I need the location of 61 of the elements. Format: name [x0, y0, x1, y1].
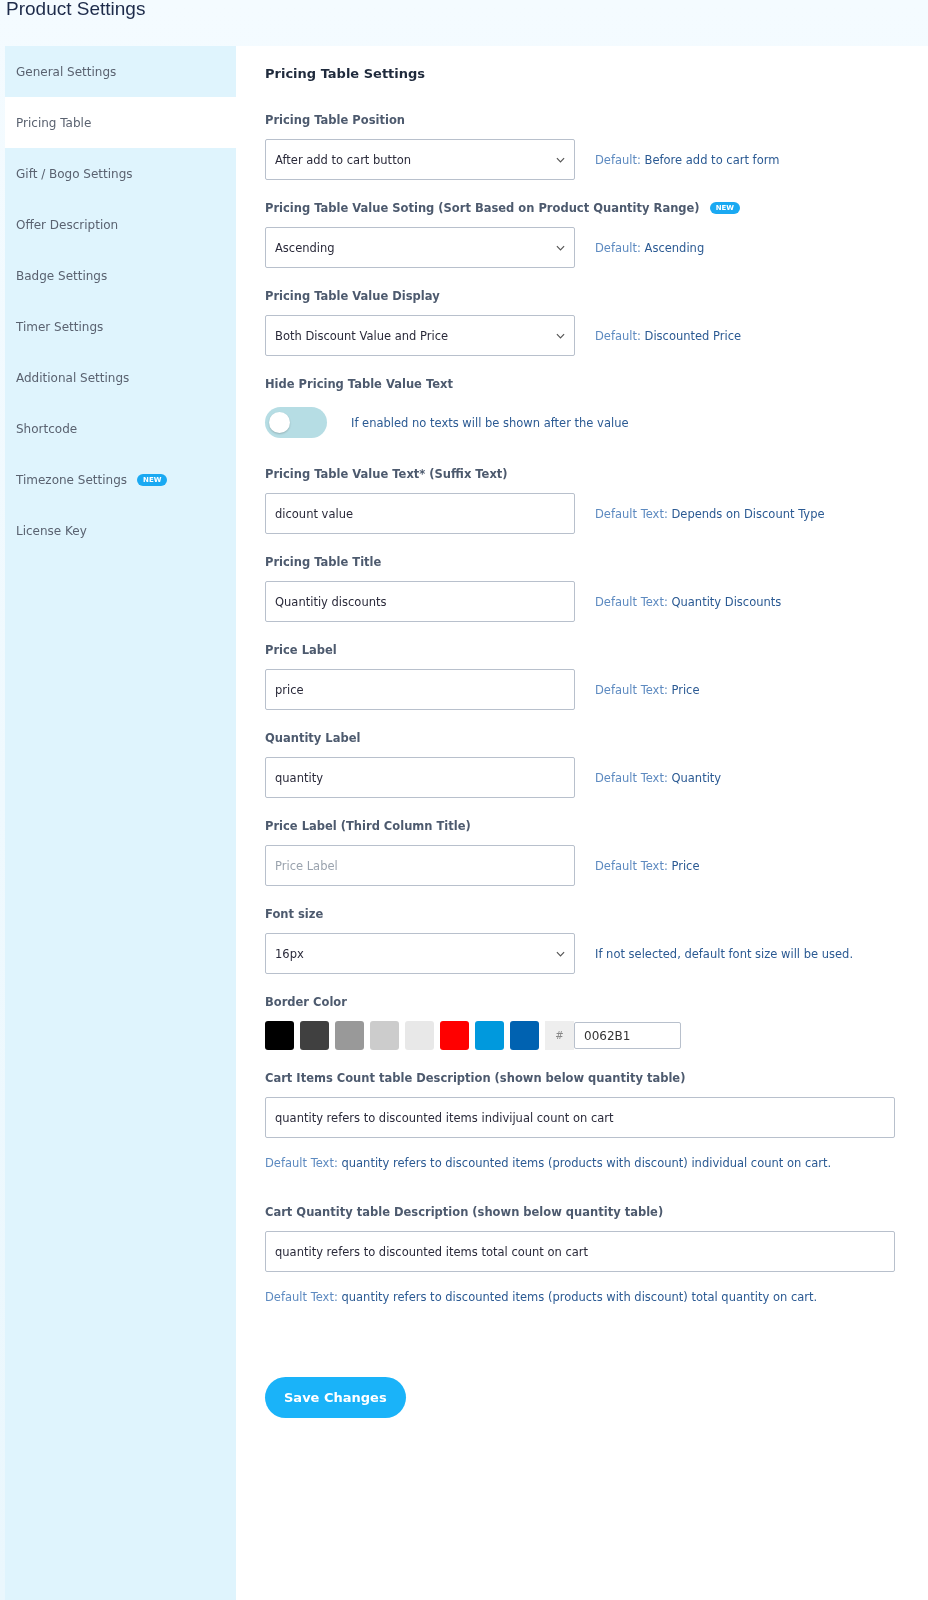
sidebar-item[interactable]: License Key: [5, 505, 236, 556]
page-title: Product Settings: [5, 0, 147, 21]
color-swatch[interactable]: [265, 1021, 294, 1050]
chevron-down-icon: [556, 950, 565, 957]
color-swatch[interactable]: [370, 1021, 399, 1050]
sidebar-item[interactable]: Badge Settings: [5, 250, 236, 301]
hint-text: Default: Before add to cart form: [595, 152, 780, 167]
color-swatch[interactable]: [440, 1021, 469, 1050]
hint-text: If not selected, default font size will be used.: [595, 946, 854, 961]
text-field[interactable]: dicount value: [265, 493, 575, 534]
field-label: Quantity Label: [265, 731, 361, 745]
field-label: Pricing Table Position: [265, 113, 405, 127]
hint-text: Default: Discounted Price: [595, 328, 742, 343]
sidebar-item[interactable]: Additional Settings: [5, 352, 236, 403]
field-label: Pricing Table Value Display: [265, 289, 440, 303]
toggle-switch[interactable]: [265, 407, 327, 438]
field-label: Pricing Table Title: [265, 555, 382, 569]
text-field[interactable]: quantity refers to discounted items indivijual count on cart: [265, 1097, 895, 1138]
text-field[interactable]: quantity: [265, 757, 575, 798]
text-field[interactable]: quantity refers to discounted items total count on cart: [265, 1231, 895, 1272]
sidebar-item[interactable]: Timer Settings: [5, 301, 236, 352]
hex-field[interactable]: 0062B1: [574, 1022, 681, 1049]
hint-text: Default: Ascending: [595, 240, 705, 255]
text-field[interactable]: Price Label: [265, 845, 575, 886]
text-field[interactable]: price: [265, 669, 575, 710]
hint-text: Default Text: Price: [595, 858, 700, 873]
field-label: Cart Quantity table Description (shown below quantity table): [265, 1205, 664, 1219]
hint-text: Default Text: Price: [595, 682, 700, 697]
color-swatch[interactable]: [335, 1021, 364, 1050]
chevron-down-icon: [556, 332, 565, 339]
hint-text: Default Text: Depends on Discount Type: [595, 506, 825, 521]
hint-text: Default Text: Quantity Discounts: [595, 594, 782, 609]
sidebar-item[interactable]: Shortcode: [5, 403, 236, 454]
color-swatch[interactable]: [475, 1021, 504, 1050]
field-label: Font size: [265, 907, 324, 921]
field-label: Hide Pricing Table Value Text: [265, 377, 453, 391]
sidebar-item[interactable]: General Settings: [5, 46, 236, 97]
text-field[interactable]: Quantitiy discounts: [265, 581, 575, 622]
color-swatch[interactable]: [510, 1021, 539, 1050]
chevron-down-icon: [556, 244, 565, 251]
hint-text: Default Text: quantity refers to discounted items (products with discount) total quantity on cart.: [265, 1290, 819, 1304]
dropdown[interactable]: Both Discount Value and Price: [265, 315, 575, 356]
color-swatch[interactable]: [300, 1021, 329, 1050]
sidebar-item[interactable]: Offer Description: [5, 199, 236, 250]
chevron-down-icon: [556, 156, 565, 163]
dropdown[interactable]: 16px: [265, 933, 575, 974]
sidebar-item[interactable]: Gift / Bogo Settings: [5, 148, 236, 199]
hint-text: Default Text: quantity refers to discounted items (products with discount) individual count on cart.: [265, 1156, 833, 1170]
field-label: Cart Items Count table Description (shown below quantity table): [265, 1071, 686, 1085]
dropdown[interactable]: Ascending: [265, 227, 575, 268]
dropdown[interactable]: After add to cart button: [265, 139, 575, 180]
field-label: Pricing Table Value Soting (Sort Based on Product Quantity Range): [265, 201, 700, 215]
field-label: Border Color: [265, 995, 347, 1009]
sidebar-item[interactable]: Pricing Table: [5, 97, 236, 148]
hint-text: Default Text: Quantity: [595, 770, 722, 785]
field-label: Price Label: [265, 643, 337, 657]
section-heading: Pricing Table Settings: [265, 66, 427, 81]
field-label: Price Label (Third Column Title): [265, 819, 471, 833]
hash-label: #: [545, 1021, 574, 1050]
hint-text: If enabled no texts will be shown after the value: [351, 415, 629, 430]
field-label: Pricing Table Value Text* (Suffix Text): [265, 467, 508, 481]
